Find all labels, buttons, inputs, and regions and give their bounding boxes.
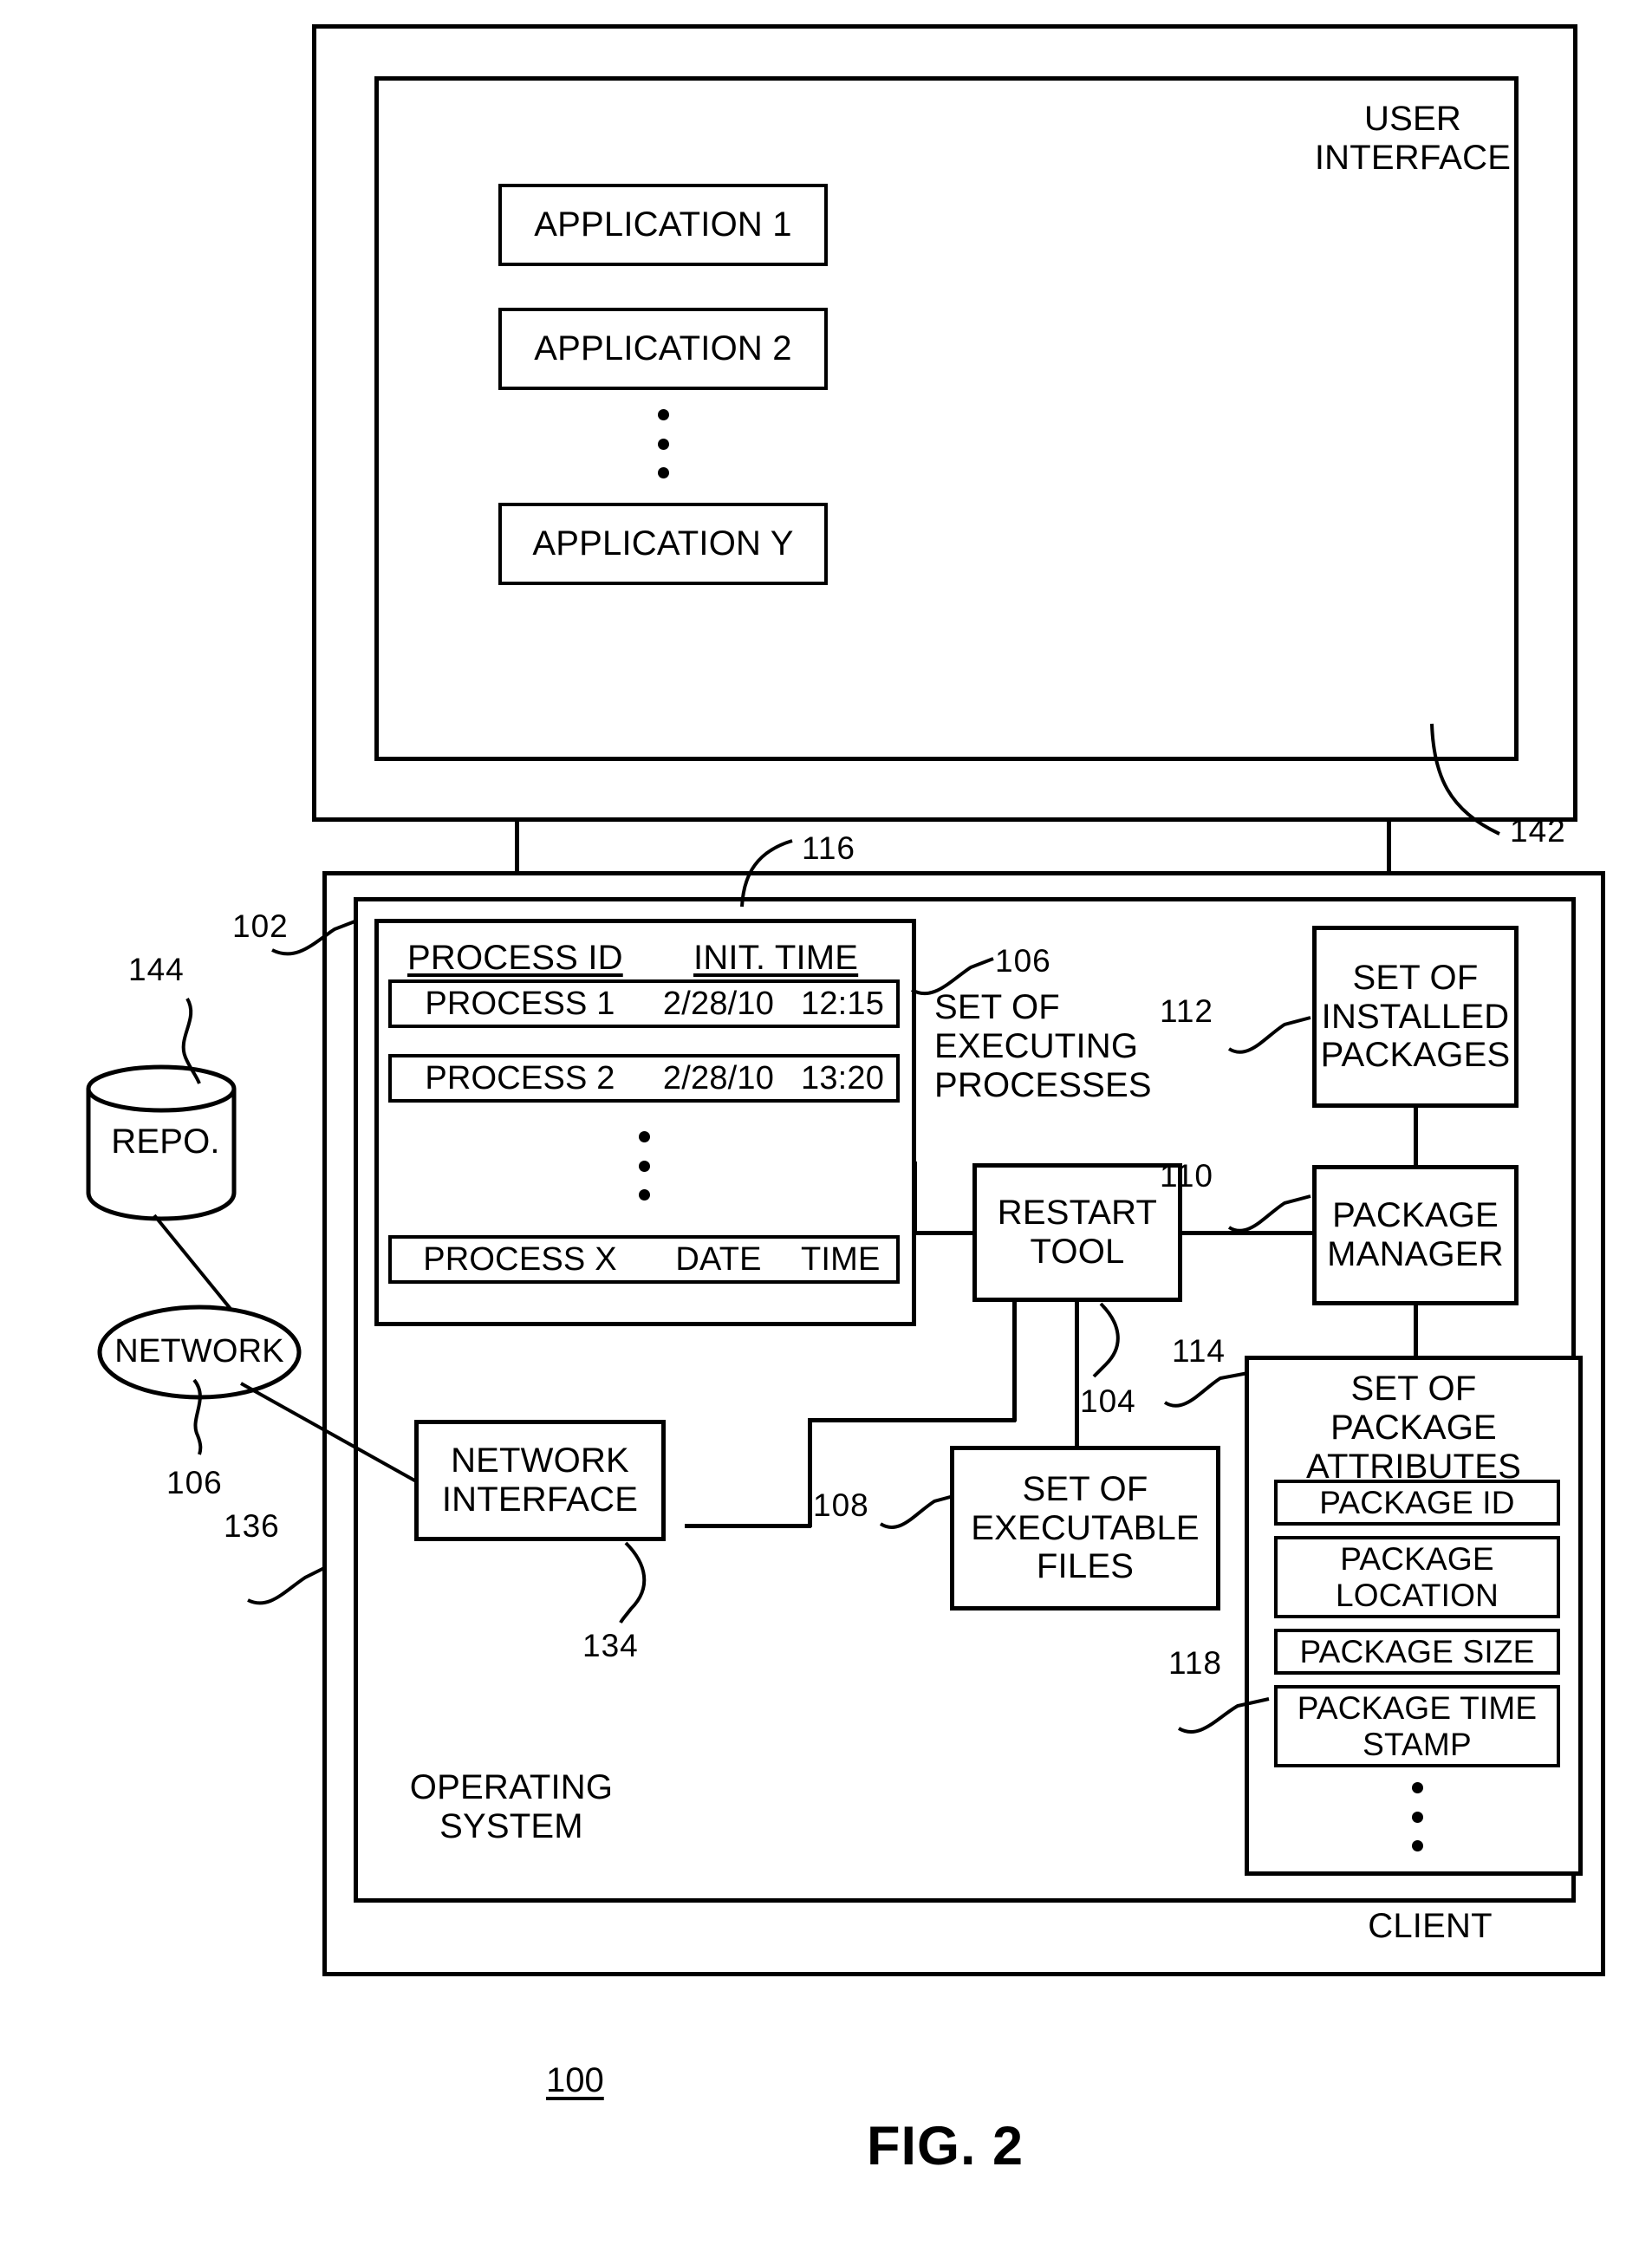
process-date-cell: 2/28/10 xyxy=(662,985,775,1022)
package-attribute-label: PACKAGE ID xyxy=(1319,1484,1515,1520)
ref-leader-112 xyxy=(1227,1016,1311,1054)
ref-leader-114 xyxy=(1163,1371,1249,1408)
ref-144: 144 xyxy=(128,952,185,987)
package-attribute-item[interactable]: PACKAGE ID xyxy=(1274,1480,1560,1526)
process-id-cell: PROCESS 2 xyxy=(425,1059,615,1096)
package-attribute-item[interactable]: PACKAGE TIME STAMP xyxy=(1274,1685,1560,1767)
ref-114: 114 xyxy=(1172,1333,1226,1369)
ref-leader-134 xyxy=(619,1541,647,1624)
package-attributes-ellipsis-icon xyxy=(1411,1782,1423,1851)
package-attribute-item[interactable]: PACKAGE LOCATION xyxy=(1274,1536,1560,1618)
package-manager-label: PACKAGE MANAGER xyxy=(1327,1196,1504,1273)
ref-134: 134 xyxy=(582,1628,639,1663)
operating-system-label: OPERATING SYSTEM xyxy=(409,1768,614,1845)
patent-figure: USER INTERFACE APPLICATION 1 APPLICATION… xyxy=(0,0,1652,2258)
ref-142: 142 xyxy=(1510,813,1566,849)
connector-processes-restart-riser xyxy=(913,1162,917,1235)
ref-136: 136 xyxy=(224,1508,280,1544)
network-interface-box[interactable]: NETWORK INTERFACE xyxy=(414,1420,666,1541)
restart-tool-label: RESTART TOOL xyxy=(997,1194,1158,1271)
connector-packages-manager xyxy=(1414,1108,1418,1167)
package-attribute-label: PACKAGE TIME STAMP xyxy=(1297,1690,1538,1762)
connector-restart-nic-v1 xyxy=(1012,1300,1017,1422)
applications-ellipsis-icon xyxy=(657,409,669,478)
application-box-y[interactable]: APPLICATION Y xyxy=(498,503,828,585)
process-time-cell: 13:20 xyxy=(801,1059,885,1096)
ref-leader-144 xyxy=(181,997,201,1084)
column-header-init-time: INIT. TIME xyxy=(693,939,859,977)
application-label: APPLICATION 2 xyxy=(534,329,792,368)
package-attribute-label: PACKAGE SIZE xyxy=(1299,1633,1535,1669)
connector-restart-executable-files xyxy=(1075,1300,1079,1449)
ref-112: 112 xyxy=(1160,993,1213,1029)
ref-106-processes: 106 xyxy=(995,943,1051,979)
connector-processes-restart xyxy=(916,1231,977,1235)
figure-caption: FIG. 2 xyxy=(867,2116,1024,2177)
application-box-1[interactable]: APPLICATION 1 xyxy=(498,184,828,266)
connector-repo-network xyxy=(153,1214,232,1311)
connector-restart-nic-h2 xyxy=(685,1524,811,1528)
ref-102: 102 xyxy=(232,908,289,944)
repository-label: REPO. xyxy=(111,1122,220,1161)
ref-110: 110 xyxy=(1160,1158,1213,1194)
application-label: APPLICATION 1 xyxy=(534,205,792,244)
executable-files-box[interactable]: SET OF EXECUTABLE FILES xyxy=(950,1446,1220,1611)
connector-restart-nic-h1 xyxy=(808,1418,1016,1422)
package-attribute-label: PACKAGE LOCATION xyxy=(1336,1541,1499,1613)
process-time-cell: TIME xyxy=(801,1240,881,1278)
application-box-2[interactable]: APPLICATION 2 xyxy=(498,308,828,390)
table-row[interactable]: PROCESS 2 2/28/10 13:20 xyxy=(388,1054,900,1103)
restart-tool-box[interactable]: RESTART TOOL xyxy=(972,1163,1182,1302)
ref-118: 118 xyxy=(1168,1645,1222,1681)
ref-leader-106-network xyxy=(192,1378,203,1455)
ref-leader-136 xyxy=(247,1565,327,1605)
ref-leader-142 xyxy=(1430,723,1500,836)
installed-packages-box[interactable]: SET OF INSTALLED PACKAGES xyxy=(1312,926,1519,1108)
process-id-cell: PROCESS 1 xyxy=(425,985,615,1022)
system-reference-number: 100 xyxy=(546,2061,604,2099)
table-row[interactable]: PROCESS 1 2/28/10 12:15 xyxy=(388,979,900,1028)
process-date-cell: 2/28/10 xyxy=(662,1059,775,1096)
ref-leader-110 xyxy=(1227,1194,1311,1233)
connector-network-nic xyxy=(240,1382,419,1484)
application-label: APPLICATION Y xyxy=(532,524,794,563)
process-id-cell: PROCESS X xyxy=(423,1240,617,1278)
package-attributes-title: SET OF PACKAGE ATTRIBUTES xyxy=(1306,1370,1521,1486)
user-interface-panel xyxy=(374,76,1519,761)
executable-files-label: SET OF EXECUTABLE FILES xyxy=(971,1469,1200,1586)
ref-116: 116 xyxy=(802,830,855,866)
package-attribute-item[interactable]: PACKAGE SIZE xyxy=(1274,1629,1560,1675)
ref-leader-104 xyxy=(1092,1302,1120,1378)
connector-display-right xyxy=(1387,822,1391,874)
installed-packages-label: SET OF INSTALLED PACKAGES xyxy=(1320,958,1511,1075)
ref-leader-118 xyxy=(1177,1697,1270,1734)
connector-restart-nic-v2 xyxy=(808,1418,812,1527)
connector-display-left xyxy=(515,822,519,874)
network-interface-label: NETWORK INTERFACE xyxy=(441,1441,639,1519)
network-label: NETWORK xyxy=(114,1333,284,1370)
processes-ellipsis-icon xyxy=(638,1131,650,1201)
table-row[interactable]: PROCESS X DATE TIME xyxy=(388,1235,900,1284)
ref-108: 108 xyxy=(813,1487,869,1523)
process-date-cell: DATE xyxy=(675,1240,762,1278)
process-time-cell: 12:15 xyxy=(801,985,885,1022)
package-manager-box[interactable]: PACKAGE MANAGER xyxy=(1312,1165,1519,1305)
client-label: CLIENT xyxy=(1368,1907,1493,1945)
connector-manager-attributes xyxy=(1414,1305,1418,1357)
column-header-process-id: PROCESS ID xyxy=(407,939,623,977)
ref-leader-108 xyxy=(879,1494,954,1529)
user-interface-title: USER INTERFACE xyxy=(1314,100,1512,177)
ref-104: 104 xyxy=(1080,1383,1136,1419)
ref-106-network: 106 xyxy=(166,1465,223,1500)
